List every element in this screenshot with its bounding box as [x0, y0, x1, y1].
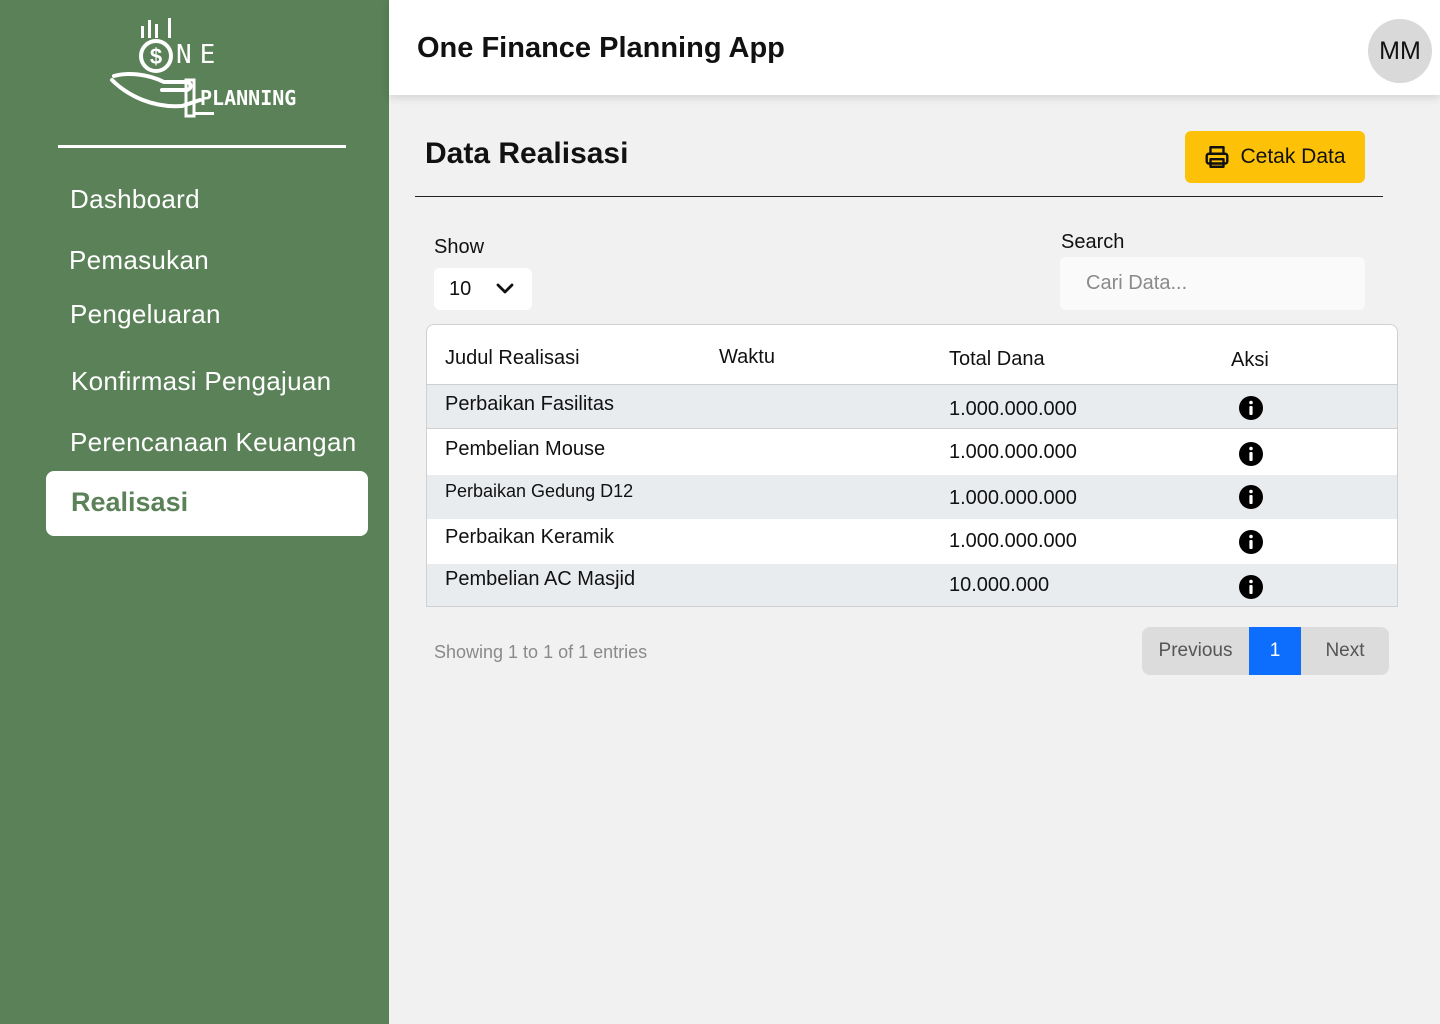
cell-judul: Perbaikan Keramik [445, 526, 614, 548]
info-icon[interactable] [1239, 530, 1263, 554]
cell-total: 1.000.000.000 [949, 530, 1077, 552]
table-row: Perbaikan Keramik 1.000.000.000 [427, 519, 1397, 564]
column-header-judul: Judul Realisasi [445, 347, 580, 369]
cell-judul: Perbaikan Fasilitas [445, 393, 614, 415]
sidebar: $ NE PLANNING Dashboard Pemasukan Pengel… [0, 0, 389, 1024]
sidebar-item-konfirmasi-pengajuan[interactable]: Konfirmasi Pengajuan [71, 366, 331, 397]
logo-text-planning: PLANNING [200, 86, 297, 110]
logo-text-one: NE [176, 40, 224, 70]
column-header-aksi: Aksi [1231, 349, 1269, 371]
print-data-label: Cetak Data [1240, 145, 1346, 168]
main-divider [415, 196, 1383, 197]
info-icon[interactable] [1239, 442, 1263, 466]
cell-judul: Perbaikan Gedung D12 [445, 481, 634, 501]
show-label: Show [434, 236, 485, 258]
search-label: Search [1061, 231, 1125, 253]
page-title: Data Realisasi [425, 137, 629, 170]
table-row: Pembelian Mouse 1.000.000.000 [427, 430, 1397, 475]
table-row: Pembelian AC Masjid 10.000.000 [427, 564, 1397, 606]
sidebar-item-perencanaan-keuangan[interactable]: Perencanaan Keuangan [70, 427, 356, 458]
top-header: One Finance Planning App MM [389, 0, 1440, 95]
column-header-waktu: Waktu [719, 346, 775, 368]
cell-total: 1.000.000.000 [949, 487, 1077, 509]
realisasi-table: Judul Realisasi Waktu Total Dana Aksi Pe… [426, 324, 1398, 607]
sidebar-item-pengeluaran[interactable]: Pengeluaran [70, 299, 221, 330]
entries-per-page-select[interactable]: 10 [434, 268, 532, 310]
sidebar-item-label: Realisasi [71, 487, 189, 517]
entries-info: Showing 1 to 1 of 1 entries [434, 642, 648, 662]
sidebar-item-realisasi[interactable]: Realisasi [46, 471, 368, 536]
column-header-total: Total Dana [949, 348, 1045, 370]
page-1-button[interactable]: 1 [1249, 627, 1301, 675]
search-input[interactable] [1060, 257, 1365, 310]
cell-judul: Pembelian Mouse [445, 438, 606, 460]
info-icon[interactable] [1239, 396, 1263, 420]
cell-total: 10.000.000 [949, 574, 1050, 596]
info-icon[interactable] [1239, 575, 1263, 599]
chevron-down-icon [496, 283, 514, 294]
pagination: Previous 1 Next [1142, 627, 1389, 675]
sidebar-item-pemasukan[interactable]: Pemasukan [69, 245, 209, 276]
cell-total: 1.000.000.000 [949, 398, 1077, 420]
info-icon[interactable] [1239, 485, 1263, 509]
table-row: Perbaikan Gedung D12 1.000.000.000 [427, 475, 1397, 519]
table-row: Perbaikan Fasilitas 1.000.000.000 [427, 385, 1397, 429]
next-page-button[interactable]: Next [1301, 627, 1389, 675]
user-avatar[interactable]: MM [1368, 19, 1432, 83]
app-title: One Finance Planning App [417, 32, 785, 64]
sidebar-divider [58, 145, 346, 148]
svg-text:$: $ [150, 44, 162, 69]
cell-judul: Pembelian AC Masjid [445, 568, 636, 590]
entries-per-page-value: 10 [449, 278, 472, 300]
sidebar-item-dashboard[interactable]: Dashboard [70, 184, 200, 215]
cell-total: 1.000.000.000 [949, 441, 1077, 463]
print-data-button[interactable]: Cetak Data [1185, 131, 1365, 183]
printer-icon [1205, 146, 1229, 168]
previous-page-button[interactable]: Previous [1142, 627, 1249, 675]
